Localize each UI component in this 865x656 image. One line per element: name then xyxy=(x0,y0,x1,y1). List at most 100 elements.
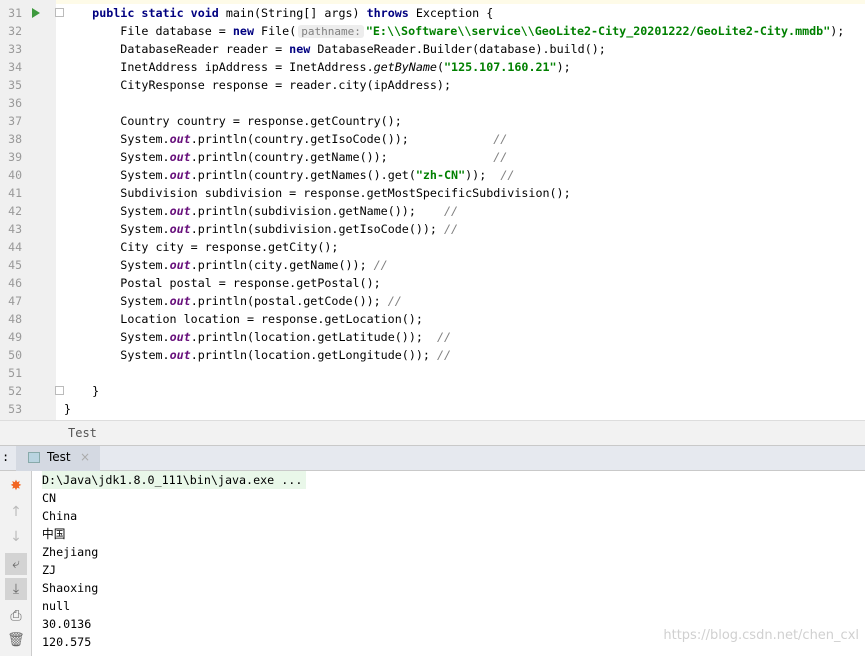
code-text: .println(country.getIsoCode()); xyxy=(190,132,494,146)
console-line: 120.575 xyxy=(42,635,92,649)
code-text: InetAddress ipAddress = InetAddress. xyxy=(64,60,374,74)
tab-test[interactable]: Test × xyxy=(16,446,100,471)
code-text: System. xyxy=(64,150,170,164)
code-text: .println(country.getNames().get( xyxy=(190,168,416,182)
code-line[interactable]: System.out.println(postal.getCode()); // xyxy=(64,292,402,310)
static-field: out xyxy=(169,204,191,218)
line-number: 40 xyxy=(8,168,22,182)
code-line[interactable]: System.out.println(city.getName()); // xyxy=(64,256,388,274)
fold-icon[interactable] xyxy=(55,386,64,395)
code-text: DatabaseReader.Builder(database).build()… xyxy=(317,42,606,56)
code-text: System. xyxy=(64,330,170,344)
comment: // xyxy=(373,258,388,272)
code-line[interactable]: public static void main(String[] args) t… xyxy=(64,4,493,22)
watermark: https://blog.csdn.net/chen_cxl xyxy=(663,628,859,643)
debug-icon[interactable]: ✸ xyxy=(5,475,27,497)
code-text: } xyxy=(64,384,100,398)
code-text: .println(city.getName()); xyxy=(190,258,374,272)
code-line[interactable]: System.out.println(subdivision.getName()… xyxy=(64,202,458,220)
soft-wrap-icon[interactable]: ⤶ xyxy=(5,553,27,575)
console-line: Zhejiang xyxy=(42,545,99,559)
run-tool-window-header: : Test × xyxy=(0,446,865,471)
code-text: .println(location.getLatitude()); xyxy=(190,330,437,344)
line-number: 49 xyxy=(8,330,22,344)
code-line[interactable]: System.out.println(location.getLongitude… xyxy=(64,346,451,364)
line-number: 35 xyxy=(8,78,22,92)
code-text: .println(country.getName()); xyxy=(190,150,494,164)
run-gutter-icon[interactable] xyxy=(32,8,40,18)
code-text: Country country = response.getCountry(); xyxy=(64,114,402,128)
code-line[interactable]: Location location = response.getLocation… xyxy=(64,310,423,328)
code-line[interactable]: City city = response.getCity(); xyxy=(64,238,338,256)
code-text: .println(location.getLongitude()); xyxy=(190,348,437,362)
line-number: 53 xyxy=(8,402,22,416)
console-line: 30.0136 xyxy=(42,617,92,631)
code-line[interactable]: System.out.println(country.getIsoCode())… xyxy=(64,130,507,148)
comment: // xyxy=(493,132,508,146)
breadcrumb-bar: Test xyxy=(0,420,865,446)
scroll-to-end-icon[interactable]: ⤓ xyxy=(5,578,27,600)
code-text: Location location = response.getLocation… xyxy=(64,312,423,326)
code-text: System. xyxy=(64,168,170,182)
line-number: 51 xyxy=(8,366,22,380)
code-text: System. xyxy=(64,348,170,362)
console-line: China xyxy=(42,509,78,523)
static-field: out xyxy=(169,150,191,164)
code-line[interactable]: CityResponse response = reader.city(ipAd… xyxy=(64,76,451,94)
code-text: Subdivision subdivision = response.getMo… xyxy=(64,186,571,200)
code-text: ( xyxy=(436,60,444,74)
code-line[interactable]: InetAddress ipAddress = InetAddress.getB… xyxy=(64,58,571,76)
code-line[interactable]: System.out.println(subdivision.getIsoCod… xyxy=(64,220,458,238)
comment: // xyxy=(444,222,459,236)
trash-icon[interactable]: 🗑 xyxy=(5,629,27,651)
line-number: 32 xyxy=(8,24,22,38)
line-number: 50 xyxy=(8,348,22,362)
static-field: out xyxy=(169,330,191,344)
comment: // xyxy=(493,150,508,164)
line-number: 37 xyxy=(8,114,22,128)
string-literal: "E:\\Software\\service\\GeoLite2-City_20… xyxy=(365,24,831,38)
code-editor[interactable]: 31 public static void main(String[] args… xyxy=(0,0,865,420)
static-field: out xyxy=(169,294,191,308)
keyword: new xyxy=(232,24,262,38)
code-line[interactable]: Postal postal = response.getPostal(); xyxy=(64,274,380,292)
code-line[interactable]: Country country = response.getCountry(); xyxy=(64,112,402,130)
line-number: 36 xyxy=(8,96,22,110)
static-field: out xyxy=(169,348,191,362)
code-line[interactable]: System.out.println(country.getNames().ge… xyxy=(64,166,514,184)
console-line: null xyxy=(42,599,71,613)
code-text: } xyxy=(64,402,72,416)
line-number: 41 xyxy=(8,186,22,200)
arrow-up-icon[interactable]: ↑ xyxy=(5,501,27,523)
print-icon[interactable]: ⎙ xyxy=(5,605,27,627)
code-text: ); xyxy=(556,60,571,74)
code-text: City city = response.getCity(); xyxy=(64,240,339,254)
code-line[interactable]: DatabaseReader reader = new DatabaseRead… xyxy=(64,40,606,58)
code-line[interactable]: System.out.println(country.getName()); /… xyxy=(64,148,507,166)
close-icon[interactable]: × xyxy=(80,450,90,464)
code-line[interactable]: } xyxy=(64,400,71,418)
line-number: 45 xyxy=(8,258,22,272)
static-field: out xyxy=(169,258,191,272)
comment: // xyxy=(500,168,515,182)
fold-icon[interactable] xyxy=(55,8,64,17)
static-field: out xyxy=(169,132,191,146)
code-line[interactable]: } xyxy=(64,382,99,400)
line-number: 43 xyxy=(8,222,22,236)
console-line: CN xyxy=(42,491,57,505)
code-line[interactable]: Subdivision subdivision = response.getMo… xyxy=(64,184,571,202)
console-line: Shaoxing xyxy=(42,581,99,595)
code-text: System. xyxy=(64,294,170,308)
code-line[interactable]: File database = new File(pathname: "E:\\S… xyxy=(64,22,844,40)
code-line[interactable]: System.out.println(location.getLatitude(… xyxy=(64,328,451,346)
code-text: DatabaseReader reader = xyxy=(64,42,290,56)
code-text: System. xyxy=(64,132,170,146)
keyword: throws xyxy=(366,6,416,20)
line-number: 47 xyxy=(8,294,22,308)
arrow-down-icon[interactable]: ↓ xyxy=(5,526,27,548)
code-text: )); xyxy=(465,168,501,182)
breadcrumb-class[interactable]: Test xyxy=(68,426,97,440)
line-number: 39 xyxy=(8,150,22,164)
line-number: 46 xyxy=(8,276,22,290)
